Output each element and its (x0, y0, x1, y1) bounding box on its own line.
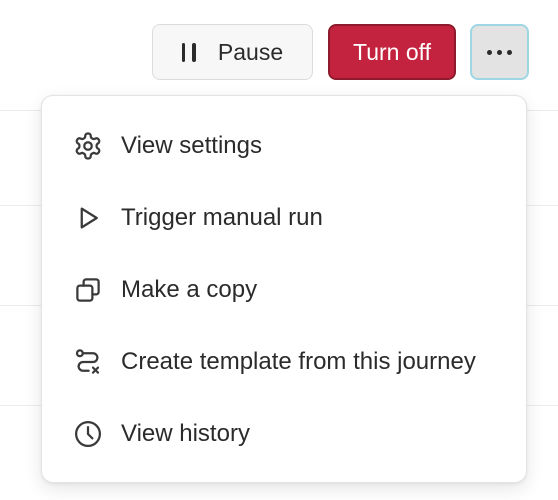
play-icon (72, 202, 104, 234)
menu-item-label: View settings (121, 132, 262, 159)
menu-item-label: Trigger manual run (121, 204, 323, 231)
copy-icon (72, 274, 104, 306)
menu-item-create-template[interactable]: Create template from this journey (42, 326, 526, 398)
more-options-button[interactable] (470, 24, 529, 80)
menu-item-trigger-manual-run[interactable]: Trigger manual run (42, 182, 526, 254)
pause-button[interactable]: Pause (152, 24, 313, 80)
menu-item-label: View history (121, 420, 250, 447)
actions-dropdown-menu: View settings Trigger manual run Make a … (41, 95, 527, 483)
more-horizontal-icon (487, 49, 512, 55)
turn-off-button-label: Turn off (353, 38, 431, 65)
pause-button-label: Pause (217, 38, 284, 65)
menu-item-label: Make a copy (121, 276, 258, 303)
menu-item-label: Create template from this journey (121, 348, 476, 375)
clock-icon (72, 418, 104, 450)
menu-item-make-a-copy[interactable]: Make a copy (42, 254, 526, 326)
turn-off-button[interactable]: Turn off (328, 24, 456, 80)
pause-icon (181, 42, 196, 62)
menu-item-view-settings[interactable]: View settings (42, 110, 526, 182)
menu-item-view-history[interactable]: View history (42, 398, 526, 470)
route-template-icon (72, 346, 104, 378)
gear-icon (72, 130, 104, 162)
